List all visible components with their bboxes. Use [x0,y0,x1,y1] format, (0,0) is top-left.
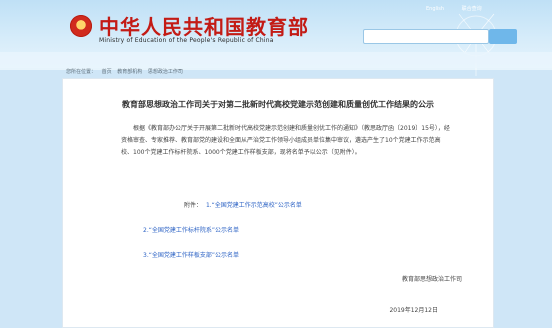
article-paragraph: 根据《教育部办公厅关于开展第二批新时代高校党建示范创建和质量创优工作的通知》（教… [121,125,450,156]
top-links: English 联合查询 [426,5,498,12]
breadcrumb-department[interactable]: 思想政治工作司 [148,69,183,75]
site-subtitle: Ministry of Education of the People's Re… [99,37,274,44]
article-date: 2019年12月12日 [389,307,438,314]
breadcrumb-home[interactable]: 首页 [102,69,112,75]
attachment-link-2[interactable]: 2.“全国党建工作标杆院系”公示名单 [143,225,239,234]
attachments-label: 附件： [184,202,203,209]
nav-bar [0,52,552,68]
breadcrumb-prefix: 您所在位置： [66,69,97,75]
attachment-link-3[interactable]: 3.“全国党建工作样板支部”公示名单 [143,250,239,259]
article-body: 根据《教育部办公厅关于开展第二批新时代高校党建示范创建和质量创优工作的通知》（教… [121,123,451,159]
search-button[interactable] [489,29,517,44]
attachments-list: 附件： 1.“全国党建工作示范高校”公示名单 [184,200,302,209]
breadcrumb: 您所在位置： 首页 教育部机构 思想政治工作司 [66,68,187,75]
english-link[interactable]: English [426,6,444,12]
attachment-link-1[interactable]: 1.“全国党建工作示范高校”公示名单 [206,202,302,209]
article-title: 教育部思想政治工作司关于对第二批新时代高校党建示范创建和质量创优工作结果的公示 [122,100,434,109]
site-title: 中华人民共和国教育部 [99,15,309,39]
article-signature: 教育部思想政治工作司 [401,276,462,283]
search-input[interactable] [363,29,489,44]
breadcrumb-ministry-orgs[interactable]: 教育部机构 [117,69,142,75]
joint-search-link[interactable]: 联合查询 [462,6,482,12]
article-content: 教育部思想政治工作司关于对第二批新时代高校党建示范创建和质量创优工作结果的公示 … [62,78,494,328]
national-emblem-icon [70,15,92,37]
